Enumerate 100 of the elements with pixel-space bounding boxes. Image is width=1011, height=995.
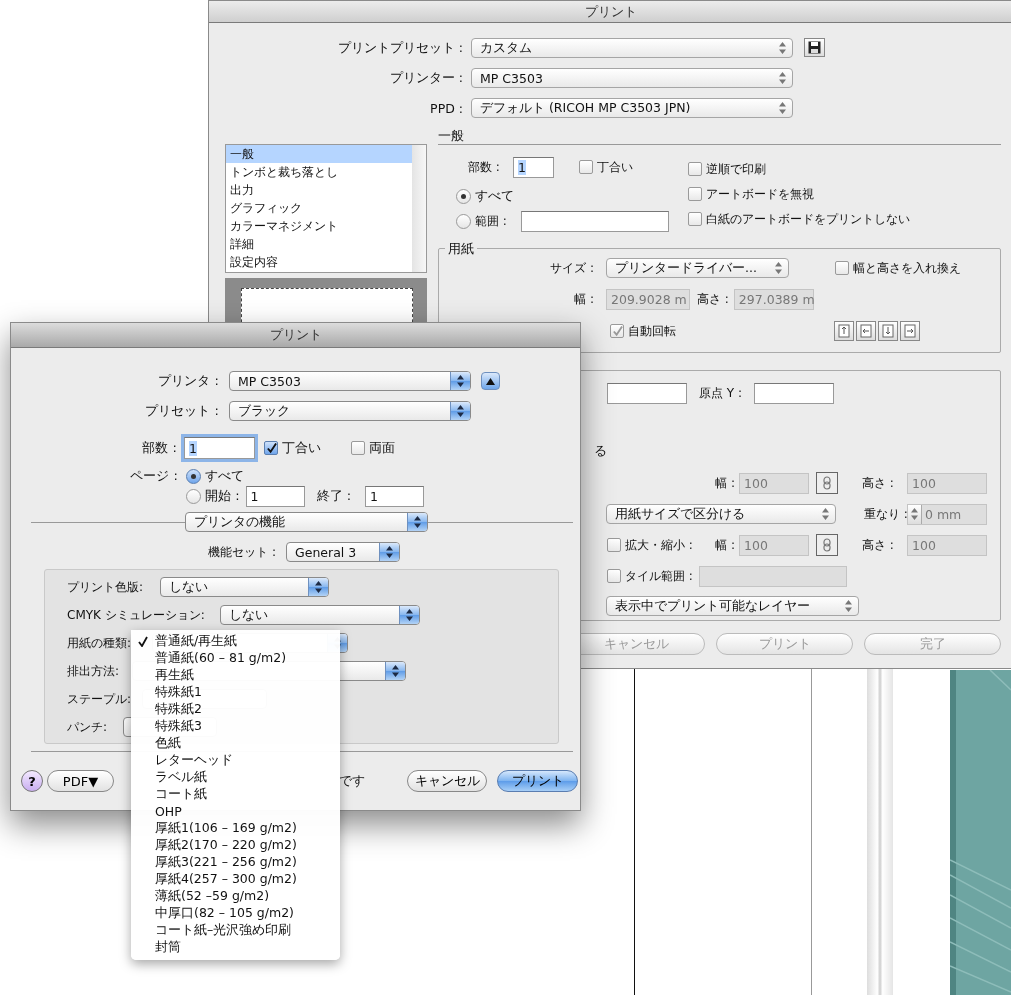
text-field[interactable]: [607, 382, 687, 404]
field-label: 用紙の種類:: [67, 634, 133, 652]
menu-item[interactable]: 特殊紙2: [131, 701, 340, 718]
radio-button[interactable]: [186, 468, 201, 484]
dialog-button[interactable]: プリント: [497, 770, 578, 792]
link-toggle-button[interactable]: [816, 534, 838, 556]
radio-button[interactable]: [456, 188, 471, 204]
menu-item[interactable]: 特殊紙3: [131, 718, 340, 735]
field-label: 部数 :: [468, 158, 501, 176]
field-label: 重なり :: [864, 505, 907, 523]
dropdown[interactable]: ブラック: [229, 401, 471, 421]
list-item[interactable]: グラフィック: [226, 199, 412, 217]
field-label: 両面: [369, 439, 395, 457]
menu-item[interactable]: コート紙–光沢強め印刷: [131, 922, 340, 939]
field-label: 拡大・縮小 :: [625, 536, 693, 554]
text-field[interactable]: [754, 382, 834, 404]
list-item[interactable]: 出力: [226, 181, 412, 199]
radio-button[interactable]: [186, 488, 201, 504]
dropdown[interactable]: しない: [160, 577, 329, 597]
chain-link-icon: [823, 476, 831, 490]
orientation-button[interactable]: [856, 321, 876, 341]
overlap-stepper[interactable]: 0 mm: [907, 503, 987, 525]
list-item[interactable]: トンボと裁ち落とし: [226, 163, 412, 181]
checkbox[interactable]: [688, 212, 702, 226]
list-item[interactable]: カラーマネジメント: [226, 217, 412, 235]
list-item[interactable]: 詳細: [226, 235, 412, 253]
menu-item[interactable]: OHP: [131, 803, 340, 820]
field-label: プリント色版:: [67, 578, 145, 596]
scrollbar[interactable]: [412, 145, 426, 272]
dropdown[interactable]: デフォルト (RICOH MP C3503 JPN): [471, 98, 793, 118]
field-label: 幅 :: [714, 474, 735, 492]
menu-item[interactable]: 普通紙(60 – 81 g/m2): [131, 650, 340, 667]
help-button[interactable]: ?: [21, 770, 43, 792]
menu-item[interactable]: 薄紙(52 –59 g/m2): [131, 888, 340, 905]
menu-item[interactable]: 厚紙3(221 – 256 g/m2): [131, 854, 340, 871]
orientation-button[interactable]: [834, 321, 854, 341]
window-title: プリント: [209, 1, 1011, 23]
checkbox[interactable]: [688, 162, 702, 176]
menu-item[interactable]: 色紙: [131, 735, 340, 752]
dropdown[interactable]: MP C3503: [471, 68, 793, 88]
checkbox[interactable]: [688, 187, 702, 201]
menu-item[interactable]: 封筒: [131, 939, 340, 956]
dropdown[interactable]: カスタム: [471, 38, 793, 58]
field-label: 部数 :: [141, 439, 177, 457]
page-arrow-icon: [838, 324, 850, 338]
field-label: 原点 Y :: [699, 384, 742, 402]
field-label: 自動回転: [628, 322, 676, 340]
field-label: CMYK シミュレーション:: [67, 606, 206, 624]
checkbox[interactable]: [607, 538, 621, 552]
text-field[interactable]: [698, 565, 847, 587]
menu-item[interactable]: 厚紙4(257 – 300 g/m2): [131, 871, 340, 888]
checkbox[interactable]: [607, 569, 621, 583]
field-label: PPD :: [429, 100, 463, 116]
list-item[interactable]: 設定内容: [226, 253, 412, 271]
field-label: プリントプリセット :: [336, 39, 463, 57]
copies-field[interactable]: 1: [184, 437, 255, 459]
field-label: ステープル:: [67, 690, 133, 708]
list-item[interactable]: 一般: [226, 145, 412, 163]
section-heading: 一般: [438, 128, 464, 143]
dropdown[interactable]: しない: [220, 605, 420, 625]
orientation-button[interactable]: [900, 321, 920, 341]
radio-button[interactable]: [456, 213, 471, 229]
text-field[interactable]: [520, 210, 669, 232]
text-field[interactable]: 1: [365, 485, 425, 507]
status-text: です: [339, 772, 365, 790]
save-button[interactable]: [804, 38, 825, 57]
menu-item[interactable]: コート紙: [131, 786, 340, 803]
dropdown[interactable]: プリンタードライバー...: [606, 258, 789, 278]
orientation-button[interactable]: [878, 321, 898, 341]
checkbox[interactable]: [835, 261, 849, 275]
menu-item[interactable]: 普通紙/再生紙: [131, 633, 340, 650]
dropdown[interactable]: 用紙サイズで区分ける: [606, 504, 836, 524]
menu-item[interactable]: 特殊紙1: [131, 684, 340, 701]
field-label: プリンター :: [388, 69, 463, 87]
dropdown[interactable]: MP C3503: [229, 371, 471, 391]
chain-link-icon: [823, 538, 831, 552]
checkbox[interactable]: [351, 441, 365, 455]
disclosure-button[interactable]: [481, 372, 500, 390]
menu-item[interactable]: ラベル紙: [131, 769, 340, 786]
field-label: タイル範囲 :: [625, 567, 693, 585]
menu-item[interactable]: 厚紙2(170 – 220 g/m2): [131, 837, 340, 854]
dialog-button[interactable]: キャンセル: [407, 770, 487, 792]
text-field[interactable]: 1: [245, 485, 305, 507]
menu-item[interactable]: 厚紙1(106 – 169 g/m2): [131, 820, 340, 837]
dialog-button[interactable]: PDF▼: [47, 770, 114, 792]
checkbox[interactable]: [579, 160, 593, 174]
field-label: 高さ :: [862, 536, 895, 554]
menu-item[interactable]: レターヘッド: [131, 752, 340, 769]
menu-item[interactable]: 中厚口(82 – 105 g/m2): [131, 905, 340, 922]
dropdown[interactable]: General 3: [286, 542, 400, 562]
field-label: 逆順で印刷: [706, 160, 766, 178]
dropdown[interactable]: プリンタの機能: [185, 512, 428, 532]
menu-item[interactable]: 再生紙: [131, 667, 340, 684]
dropdown[interactable]: 表示中でプリント可能なレイヤー: [606, 596, 859, 616]
copies-field[interactable]: 1: [513, 156, 554, 178]
field-label: 幅 :: [714, 536, 735, 554]
link-toggle-button[interactable]: [816, 472, 838, 494]
checkbox[interactable]: [610, 324, 624, 338]
checkbox[interactable]: [264, 441, 278, 455]
page-arrow-icon: [882, 324, 894, 338]
